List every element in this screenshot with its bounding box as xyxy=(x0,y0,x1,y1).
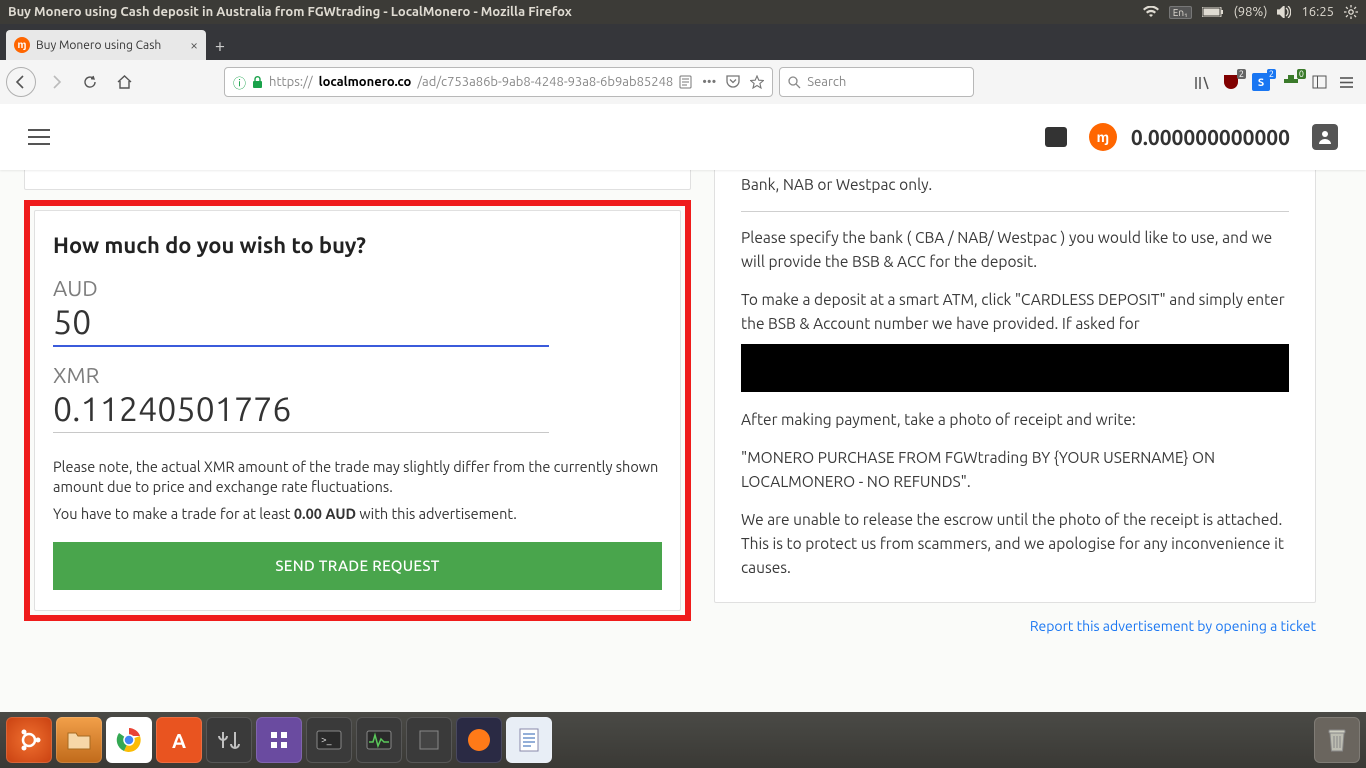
reader-mode-icon[interactable] xyxy=(679,75,692,89)
trade-note-2-amount: 0.00 AUD xyxy=(294,505,356,522)
dock-trash[interactable] xyxy=(1314,717,1360,763)
dock-document[interactable] xyxy=(506,717,552,763)
new-tab-button[interactable]: + xyxy=(206,32,234,60)
reload-button[interactable] xyxy=(76,68,104,96)
search-box[interactable]: Search xyxy=(779,67,974,97)
tab-title: Buy Monero using Cash xyxy=(36,39,184,52)
site-menu-button[interactable] xyxy=(28,129,50,145)
trade-highlight-box: How much do you wish to buy? AUD XMR Ple… xyxy=(24,200,691,621)
terms-p4: "MONERO PURCHASE FROM FGWtrading BY {YOU… xyxy=(741,446,1289,494)
trade-heading: How much do you wish to buy? xyxy=(53,233,662,258)
trade-card: How much do you wish to buy? AUD XMR Ple… xyxy=(34,210,681,611)
forward-button[interactable] xyxy=(42,68,70,96)
trade-note-2-post: with this advertisement. xyxy=(356,505,517,522)
wallet-balance[interactable]: 0.000000000000 xyxy=(1131,125,1290,149)
terms-p3: After making payment, take a photo of re… xyxy=(741,408,1289,432)
url-host: localmonero.co xyxy=(319,75,412,89)
search-placeholder: Search xyxy=(807,75,846,89)
dock-terminal[interactable]: >_ xyxy=(306,717,352,763)
page-actions-ellipsis-icon[interactable]: ••• xyxy=(702,75,716,89)
tab-strip: ɱ Buy Monero using Cash × + xyxy=(0,24,1366,60)
back-button[interactable] xyxy=(6,67,36,97)
url-scheme: https:// xyxy=(269,75,313,89)
svg-text:>_: >_ xyxy=(321,734,332,745)
bookmark-star-icon[interactable] xyxy=(750,75,764,89)
page-viewport: ɱ 0.000000000000 Location: Australia How… xyxy=(0,104,1366,712)
terms-card: business hours deposits may only be made… xyxy=(714,134,1316,603)
send-trade-request-button[interactable]: SEND TRADE REQUEST xyxy=(53,542,662,590)
trade-note-2: You have to make a trade for at least 0.… xyxy=(53,504,662,524)
dock-files[interactable] xyxy=(56,717,102,763)
browser-menu-icon[interactable] xyxy=(1339,76,1354,89)
dock-settings[interactable] xyxy=(206,717,252,763)
library-icon[interactable] xyxy=(1194,75,1210,90)
svg-text:S: S xyxy=(1258,77,1264,89)
lock-icon xyxy=(252,76,263,89)
address-toolbar: ⓘ https:// localmonero.co /ad/c753a86b-9… xyxy=(0,60,1366,104)
dock-system-monitor[interactable] xyxy=(356,717,402,763)
browser-chrome: ɱ Buy Monero using Cash × + ⓘ https:// l… xyxy=(0,24,1366,104)
settings-gear-icon[interactable] xyxy=(1344,5,1358,19)
terms-p5: We are unable to release the escrow unti… xyxy=(741,508,1289,580)
redacted-block xyxy=(741,344,1289,392)
xmr-input[interactable] xyxy=(53,390,549,433)
trade-note-2-pre: You have to make a trade for at least xyxy=(53,505,294,522)
terms-p2: To make a deposit at a smart ATM, click … xyxy=(741,288,1289,336)
os-menubar: Buy Monero using Cash deposit in Austral… xyxy=(0,0,1366,24)
aud-label: AUD xyxy=(53,276,662,301)
dock-app-generic[interactable] xyxy=(406,717,452,763)
dock-software-center[interactable]: A xyxy=(156,717,202,763)
aud-input[interactable] xyxy=(53,303,549,347)
dock-ubuntu-dash[interactable] xyxy=(6,717,52,763)
home-button[interactable] xyxy=(110,68,138,96)
green-extension-icon[interactable]: 0 xyxy=(1282,73,1300,91)
ublock-extension-icon[interactable]: 2 xyxy=(1222,73,1240,91)
stylish-extension-icon[interactable]: S2 xyxy=(1252,73,1270,91)
divider xyxy=(741,211,1289,212)
wifi-icon[interactable] xyxy=(1143,6,1159,18)
account-icon[interactable] xyxy=(1312,124,1338,150)
ubuntu-dock: A >_ xyxy=(0,712,1366,768)
clock[interactable]: 16:25 xyxy=(1301,5,1334,19)
xmr-label: XMR xyxy=(53,363,662,388)
site-header: ɱ 0.000000000000 xyxy=(0,104,1366,170)
dock-firefox[interactable] xyxy=(456,717,502,763)
dock-chrome[interactable] xyxy=(106,717,152,763)
report-ad-link[interactable]: Report this advertisement by opening a t… xyxy=(1030,618,1316,634)
search-icon xyxy=(788,76,801,89)
url-bar[interactable]: ⓘ https:// localmonero.co /ad/c753a86b-9… xyxy=(224,67,773,97)
pocket-icon[interactable] xyxy=(726,75,740,89)
trade-note-1: Please note, the actual XMR amount of th… xyxy=(53,457,662,496)
volume-icon[interactable] xyxy=(1277,6,1291,18)
monero-favicon-icon: ɱ xyxy=(14,37,30,53)
sidebar-toggle-icon[interactable] xyxy=(1312,75,1327,89)
url-path: /ad/c753a86b-9ab8-4248-93a8-6b9ab85248 xyxy=(417,75,673,89)
page-content: Location: Australia How much do you wish… xyxy=(0,170,1366,712)
terms-p1: Please specify the bank ( CBA / NAB/ Wes… xyxy=(741,226,1289,274)
site-info-icon[interactable]: ⓘ xyxy=(233,73,246,92)
battery-percent: (98%) xyxy=(1234,5,1268,19)
dock-app-purple[interactable] xyxy=(256,717,302,763)
window-title: Buy Monero using Cash deposit in Austral… xyxy=(8,5,1143,19)
browser-tab-active[interactable]: ɱ Buy Monero using Cash × xyxy=(6,30,206,60)
system-tray: En₁ (98%) 16:25 xyxy=(1143,5,1358,19)
monero-logo-icon: ɱ xyxy=(1089,123,1117,151)
battery-icon[interactable] xyxy=(1202,7,1224,17)
keyboard-layout-indicator[interactable]: En₁ xyxy=(1169,6,1192,19)
chat-icon[interactable] xyxy=(1045,127,1067,147)
tab-close-icon[interactable]: × xyxy=(190,37,198,53)
